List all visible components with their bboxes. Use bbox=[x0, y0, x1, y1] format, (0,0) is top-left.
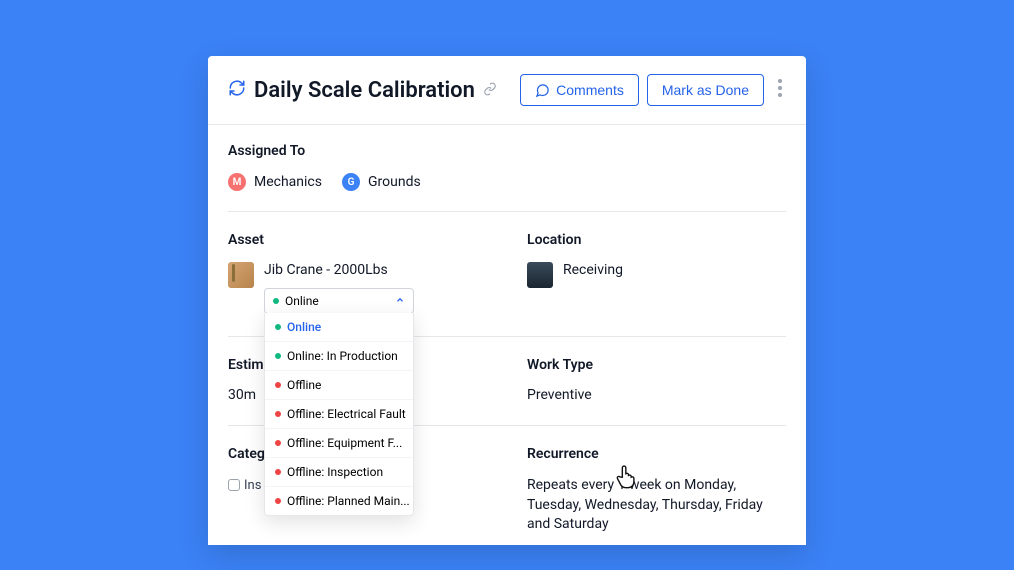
comments-label: Comments bbox=[556, 82, 624, 98]
asset-label: Asset bbox=[228, 232, 487, 248]
location-label: Location bbox=[527, 232, 786, 248]
recurrence-label: Recurrence bbox=[527, 446, 786, 462]
link-icon[interactable] bbox=[483, 81, 497, 100]
comments-button[interactable]: Comments bbox=[520, 74, 639, 106]
mark-done-button[interactable]: Mark as Done bbox=[647, 74, 764, 106]
status-option-online[interactable]: Online bbox=[265, 313, 413, 342]
card-header: Daily Scale Calibration Comments Mark as… bbox=[208, 56, 806, 125]
status-dot-icon bbox=[275, 498, 281, 504]
status-option-offline-planned[interactable]: Offline: Planned Main... bbox=[265, 487, 413, 515]
tag-icon bbox=[228, 479, 240, 491]
recurrence-value: Repeats every 1 week on Monday, Tuesday,… bbox=[527, 476, 786, 535]
assignee-item[interactable]: M Mechanics bbox=[228, 173, 322, 191]
status-option-offline[interactable]: Offline bbox=[265, 371, 413, 400]
status-option-online-production[interactable]: Online: In Production bbox=[265, 342, 413, 371]
avatar: M bbox=[228, 173, 246, 191]
avatar: G bbox=[342, 173, 360, 191]
status-dot-icon bbox=[273, 298, 279, 304]
work-type-value: Preventive bbox=[527, 387, 786, 403]
status-option-offline-electrical[interactable]: Offline: Electrical Fault bbox=[265, 400, 413, 429]
status-dropdown: Online Online: In Production Offline Off… bbox=[264, 313, 414, 516]
status-dot-icon bbox=[275, 469, 281, 475]
asset-col: Asset Jib Crane - 2000Lbs Online bbox=[228, 232, 487, 314]
asset-location-row: Asset Jib Crane - 2000Lbs Online bbox=[228, 212, 786, 314]
assignee-name: Mechanics bbox=[254, 174, 322, 190]
location-thumbnail[interactable] bbox=[527, 262, 553, 288]
location-name[interactable]: Receiving bbox=[563, 262, 623, 278]
recurrence-col: Recurrence Repeats every 1 week on Monda… bbox=[527, 446, 786, 535]
comment-icon bbox=[535, 83, 550, 98]
asset-row: Jib Crane - 2000Lbs Online Online bbox=[228, 262, 487, 314]
assignee-name: Grounds bbox=[368, 174, 421, 190]
card-content: Assigned To M Mechanics G Grounds Asset … bbox=[208, 125, 806, 545]
work-order-card: Daily Scale Calibration Comments Mark as… bbox=[208, 56, 806, 545]
page-title: Daily Scale Calibration bbox=[254, 78, 475, 103]
asset-thumbnail[interactable] bbox=[228, 262, 254, 288]
work-type-label: Work Type bbox=[527, 357, 786, 373]
location-row: Receiving bbox=[527, 262, 786, 288]
asset-status-select[interactable]: Online Online Online: In Production Offl… bbox=[264, 288, 414, 314]
assignee-item[interactable]: G Grounds bbox=[342, 173, 421, 191]
status-option-offline-inspection[interactable]: Offline: Inspection bbox=[265, 458, 413, 487]
category-value: Ins bbox=[244, 478, 261, 493]
location-col: Location Receiving bbox=[527, 232, 786, 314]
status-dot-icon bbox=[275, 353, 281, 359]
status-selected-label: Online bbox=[285, 294, 319, 308]
assigned-to-label: Assigned To bbox=[228, 143, 786, 159]
status-dot-icon bbox=[275, 324, 281, 330]
title-wrap: Daily Scale Calibration bbox=[228, 78, 512, 103]
chevron-up-icon bbox=[395, 294, 405, 308]
more-menu-button[interactable] bbox=[774, 75, 786, 105]
refresh-icon bbox=[228, 79, 246, 101]
category-tag[interactable]: Ins bbox=[228, 478, 261, 493]
status-option-offline-equipment[interactable]: Offline: Equipment F... bbox=[265, 429, 413, 458]
status-dot-icon bbox=[275, 411, 281, 417]
asset-name[interactable]: Jib Crane - 2000Lbs bbox=[264, 262, 414, 278]
status-dot-icon bbox=[275, 382, 281, 388]
assignee-list: M Mechanics G Grounds bbox=[228, 173, 786, 212]
status-dot-icon bbox=[275, 440, 281, 446]
work-type-col: Work Type Preventive bbox=[527, 357, 786, 403]
mark-done-label: Mark as Done bbox=[662, 82, 749, 98]
